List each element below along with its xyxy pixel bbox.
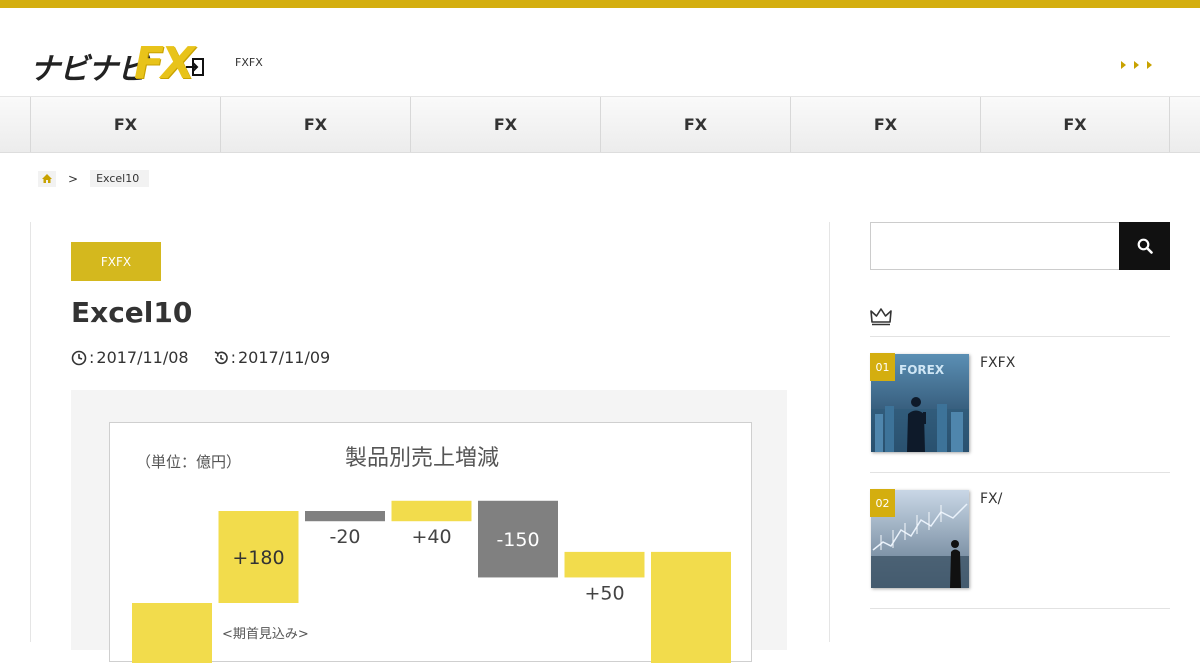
- chart-svg: 製品別売上増減 （単位：億円） <期首見込み> +180 -20 +40 -150 +50: [132, 446, 731, 667]
- home-icon: [42, 174, 52, 183]
- nav-item[interactable]: FX: [980, 97, 1170, 152]
- ranking-item[interactable]: 02 FX/: [870, 473, 1170, 609]
- chart-bar: [132, 603, 212, 667]
- ranking-title[interactable]: FXFX: [980, 355, 1015, 371]
- breadcrumb-separator: >: [68, 171, 79, 186]
- ranking-item[interactable]: 01 FOREX FXFX: [870, 337, 1170, 473]
- chart-data-label: +180: [232, 547, 284, 569]
- header-arrow-icons[interactable]: [1121, 61, 1152, 69]
- breadcrumb-home[interactable]: [38, 170, 56, 187]
- ranking-heading: [870, 306, 1170, 326]
- eyecatch-image: 製品別売上増減 （単位：億円） <期首見込み> +180 -20 +40 -150 +50: [71, 390, 787, 667]
- breadcrumb-current: Excel10: [90, 170, 150, 187]
- site-header: ナビナビ FX FXFX: [0, 8, 1200, 96]
- chart-bar: [305, 511, 385, 522]
- chart-data-label: -150: [496, 529, 539, 551]
- nav-item[interactable]: FX: [600, 97, 790, 152]
- published-date: : 2017/11/08: [71, 348, 189, 367]
- clock-icon: [71, 350, 87, 365]
- published-value: 2017/11/08: [96, 348, 189, 367]
- arrow-right-icon: [1134, 61, 1139, 69]
- site-tagline: FXFX: [235, 56, 263, 69]
- updated-date: : 2017/11/09: [213, 348, 331, 367]
- chart-data-label: +50: [584, 582, 624, 604]
- chart-bar: [564, 551, 645, 578]
- login-icon[interactable]: [185, 57, 205, 77]
- article-dates: : 2017/11/08 : 2017/11/09: [71, 348, 330, 367]
- history-icon: [214, 350, 228, 364]
- nav-item[interactable]: FX: [790, 97, 980, 152]
- forex-thumb-text: FOREX: [899, 363, 945, 377]
- logo-fx: FX: [134, 38, 195, 89]
- chart-bar: [651, 551, 731, 663]
- chart-data-label: +40: [411, 526, 451, 548]
- article-main: FXFX Excel10 : 2017/11/08 : 2017/11/09 製…: [30, 222, 830, 667]
- updated-value: 2017/11/09: [238, 348, 331, 367]
- search-icon: [1137, 238, 1153, 254]
- search-button[interactable]: [1119, 222, 1170, 270]
- global-nav: FX FX FX FX FX FX: [0, 96, 1200, 153]
- logo-kana: ナビナビ: [30, 52, 147, 87]
- nav-item[interactable]: FX: [30, 97, 220, 152]
- chart-partial-label: <期首見込み>: [222, 627, 309, 642]
- chart-bar: [391, 500, 472, 522]
- updated-prefix: :: [230, 348, 236, 367]
- breadcrumb: > Excel10: [38, 170, 150, 187]
- waterfall-chart: 製品別売上増減 （単位：億円） <期首見込み> +180 -20 +40 -150 +50: [109, 422, 752, 667]
- crown-icon: [870, 308, 892, 326]
- chart-data-label: -20: [329, 526, 360, 548]
- rank-number: 01: [870, 353, 895, 381]
- arrow-right-icon: [1121, 61, 1126, 69]
- search-box[interactable]: [870, 222, 1170, 270]
- rank-number: 02: [870, 489, 895, 517]
- top-accent-bar: [0, 0, 1200, 8]
- nav-item[interactable]: FX: [220, 97, 410, 152]
- nav-item[interactable]: FX: [410, 97, 600, 152]
- site-logo[interactable]: ナビナビ FX: [30, 38, 205, 89]
- arrow-right-icon: [1147, 61, 1152, 69]
- chart-title: 製品別売上増減: [345, 446, 499, 471]
- sidebar: 01 FOREX FXFX 02 FX/: [870, 222, 1170, 609]
- chart-unit-label: （単位：億円）: [136, 453, 241, 471]
- published-prefix: :: [89, 348, 95, 367]
- ranking-title[interactable]: FX/: [980, 491, 1002, 507]
- category-badge[interactable]: FXFX: [71, 242, 161, 281]
- article-title: Excel10: [71, 296, 193, 329]
